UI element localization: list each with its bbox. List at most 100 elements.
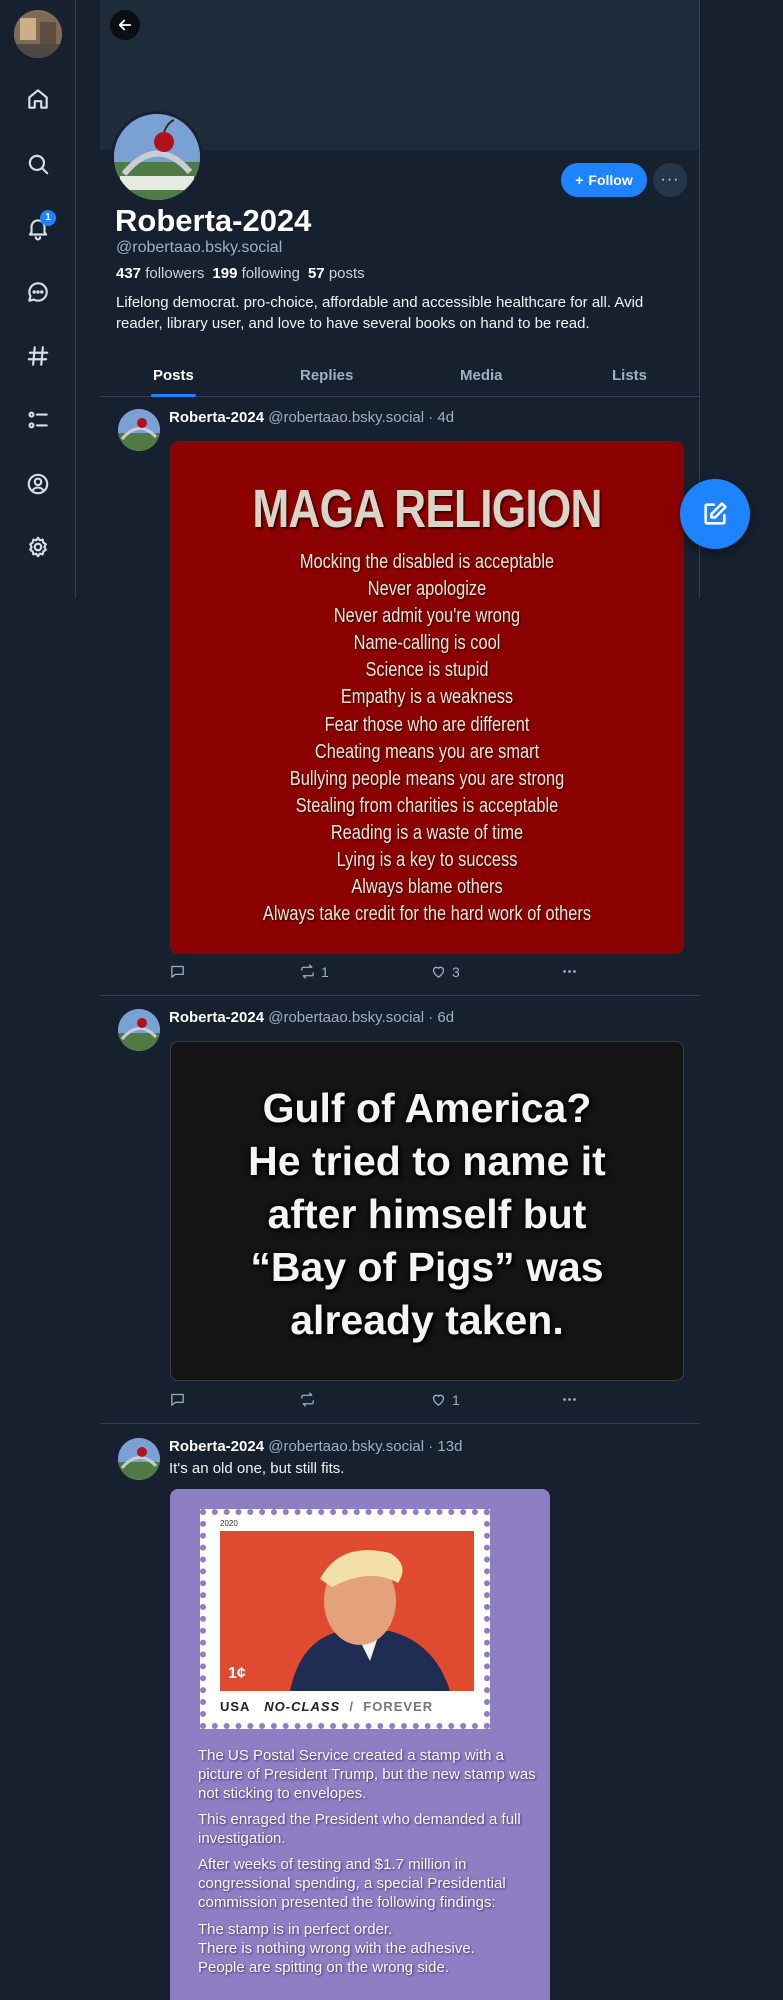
home-icon[interactable] (18, 79, 58, 119)
post-divider (100, 1423, 699, 1424)
reply-icon (171, 1393, 184, 1406)
tab-posts[interactable]: Posts (153, 354, 194, 396)
post-actions: 1 3 (169, 963, 609, 983)
image-text-line: Reading is a waste of time (330, 821, 524, 844)
image-text-line: Bullying people means you are strong (289, 767, 565, 790)
notification-badge: 1 (40, 210, 56, 226)
left-nav: 1 (0, 0, 76, 600)
more-dots-icon (563, 970, 576, 973)
following-link[interactable]: 199 following (212, 265, 300, 282)
post-more-button[interactable] (561, 963, 578, 980)
tab-media[interactable]: Media (460, 354, 503, 396)
post-image[interactable]: Gulf of America? He tried to name it aft… (170, 1041, 684, 1381)
post-image[interactable]: 2020 1¢ USA NO-CLASS / FOREVER The US Po… (170, 1489, 550, 2000)
image-text-line: Always blame others (351, 876, 503, 899)
post-author-name[interactable]: Roberta-2024 (169, 1009, 264, 1026)
reply-button[interactable] (169, 963, 186, 980)
post-image[interactable]: MAGA RELIGION Mocking the disabled is ac… (170, 441, 684, 954)
image-text-line: Empathy is a weakness (340, 686, 514, 709)
tab-replies[interactable]: Replies (300, 354, 353, 396)
followers-link[interactable]: 437 followers (116, 265, 204, 282)
current-user-avatar[interactable] (14, 10, 62, 58)
profile-avatar[interactable] (111, 111, 203, 203)
reply-icon (171, 965, 184, 978)
post-header: Roberta-2024 @robertaao.bsky.social · 4d (169, 409, 454, 426)
like-button[interactable]: 1 (430, 1391, 460, 1408)
repost-button[interactable]: 1 (299, 963, 329, 980)
image-paragraph: The US Postal Service created a stamp wi… (198, 1747, 536, 1802)
post-author-avatar[interactable] (118, 1438, 160, 1480)
image-text-line: Fear those who are different (324, 713, 530, 736)
profile-handle: @robertaao.bsky.social (116, 239, 283, 256)
bell-icon[interactable]: 1 (18, 208, 58, 248)
image-text-line: Always take credit for the hard work of … (262, 903, 592, 926)
like-button[interactable]: 3 (430, 963, 460, 980)
image-text-line: Never apologize (367, 578, 487, 601)
posts-label: posts (328, 265, 365, 282)
follow-button[interactable]: + Follow (561, 163, 647, 197)
posts-count: 57 (307, 265, 325, 282)
image-text-line: Cheating means you are smart (314, 740, 540, 763)
followers-count: 437 (116, 265, 142, 282)
image-paragraph: This enraged the President who demanded … (198, 1811, 521, 1847)
post-more-button[interactable] (561, 1391, 578, 1408)
image-text-line: already taken. (290, 1297, 564, 1343)
post-author-avatar[interactable] (118, 409, 160, 451)
profile-icon[interactable] (18, 464, 58, 504)
tab-lists[interactable]: Lists (612, 354, 647, 396)
gear-icon[interactable] (18, 527, 58, 567)
stamp-caption: USA NO-CLASS / FOREVER (220, 1699, 474, 1714)
active-tab-indicator (151, 394, 196, 397)
stamp-forever: FOREVER (363, 1699, 434, 1714)
stamp-class: NO-CLASS (264, 1699, 341, 1714)
repost-button[interactable] (299, 1391, 321, 1408)
plus-icon: + (575, 172, 584, 188)
image-text-line: “Bay of Pigs” was (250, 1244, 604, 1290)
search-icon[interactable] (18, 144, 58, 184)
image-text-line: Mocking the disabled is acceptable (299, 551, 555, 573)
post-header: Roberta-2024 @robertaao.bsky.social · 13… (169, 1438, 462, 1455)
hashtag-icon[interactable] (18, 336, 58, 376)
post-actions: 1 (169, 1391, 609, 1411)
profile-display-name: Roberta-2024 (115, 203, 312, 238)
profile-bio: Lifelong democrat. pro-choice, affordabl… (116, 294, 644, 332)
back-button[interactable] (110, 10, 140, 40)
image-paragraph: There is nothing wrong with the adhesive… (198, 1940, 475, 1957)
chat-icon[interactable] (18, 272, 58, 312)
post-author-avatar[interactable] (118, 1009, 160, 1051)
post-author-handle[interactable]: @robertaao.bsky.social (268, 409, 424, 426)
repost-icon (301, 964, 314, 979)
following-label: following (241, 265, 300, 282)
profile-stats: 437 followers 199 following 57 posts (116, 265, 365, 282)
post-age[interactable]: · 4d (428, 409, 454, 426)
post-author-name[interactable]: Roberta-2024 (169, 409, 264, 426)
image-text-line: Name-calling is cool (353, 632, 501, 655)
post-author-name[interactable]: Roberta-2024 (169, 1438, 264, 1455)
image-paragraph: People are spitting on the wrong side. (198, 1959, 449, 1976)
reply-button[interactable] (169, 1391, 186, 1408)
image-text-line: Lying is a key to success (336, 849, 518, 872)
profile-more-button[interactable]: ··· (653, 163, 687, 197)
heart-icon (432, 1394, 445, 1406)
compose-post-button[interactable] (680, 479, 750, 549)
repost-icon (301, 1392, 314, 1407)
stamp-year: 2020 (220, 1519, 238, 1528)
stamp-separator: / (349, 1699, 355, 1714)
following-count: 199 (212, 265, 238, 282)
more-dots-icon (563, 1398, 576, 1401)
image-paragraph: The stamp is in perfect order. (198, 1921, 393, 1938)
post-author-handle[interactable]: @robertaao.bsky.social (268, 1438, 424, 1455)
post-age[interactable]: · 13d (428, 1438, 462, 1455)
like-count: 3 (452, 963, 460, 980)
posts-stat: 57 posts (308, 265, 365, 282)
like-count: 1 (452, 1391, 460, 1408)
heart-icon (432, 966, 445, 978)
image-title: MAGA RELIGION (252, 479, 602, 539)
image-text-line: Gulf of America? (262, 1085, 592, 1131)
list-icon[interactable] (18, 400, 58, 440)
stamp-graphic: 2020 1¢ USA NO-CLASS / FOREVER (200, 1509, 490, 1729)
arrow-left-icon (118, 19, 132, 31)
post-age[interactable]: · 6d (428, 1009, 454, 1026)
post-author-handle[interactable]: @robertaao.bsky.social (268, 1009, 424, 1026)
image-paragraph: After weeks of testing and $1.7 million … (198, 1856, 506, 1911)
